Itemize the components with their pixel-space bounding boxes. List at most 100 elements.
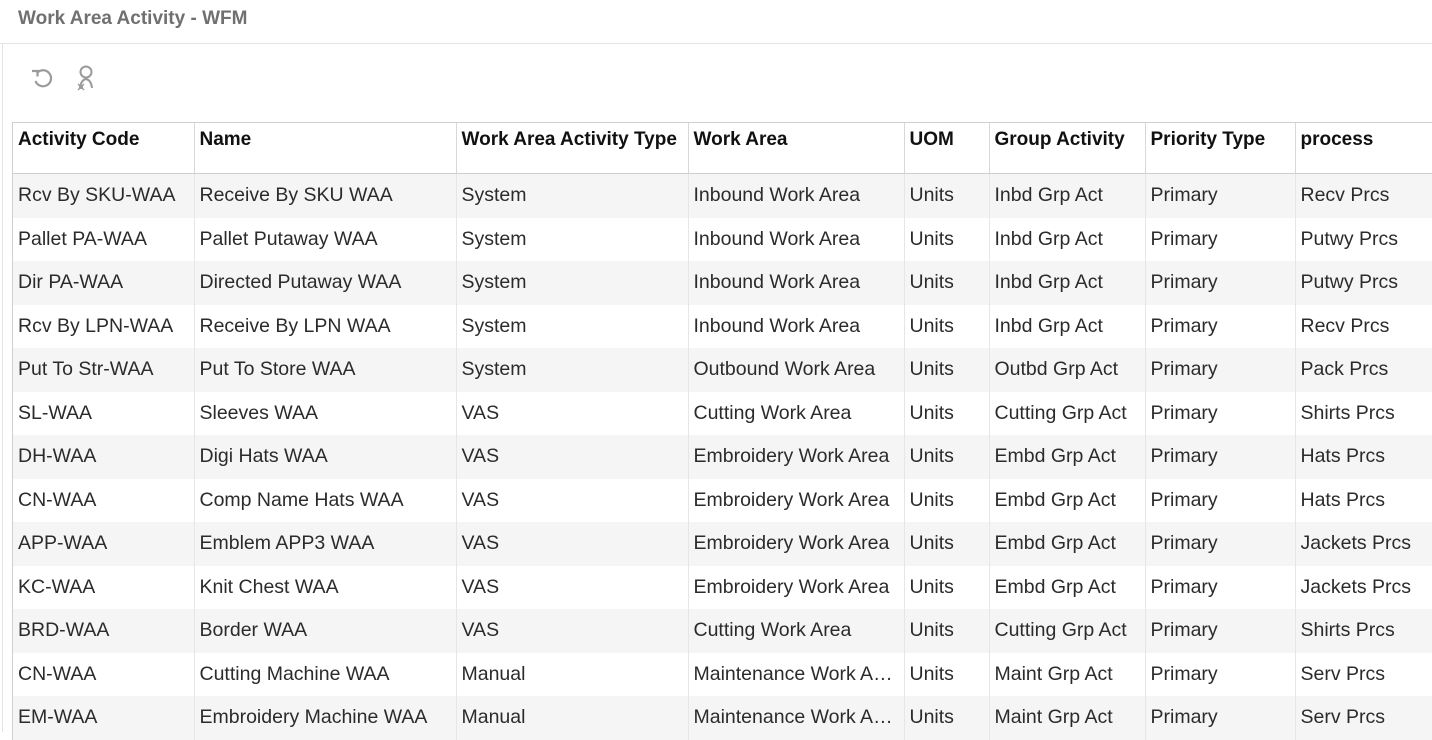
cell-activity-code: EM-WAA [13, 696, 195, 740]
cell-priority-type: Primary [1145, 652, 1296, 696]
cell-priority-type: Primary [1145, 522, 1296, 566]
cell-priority-type: Primary [1145, 696, 1296, 740]
cell-work-area: Inbound Work Area [688, 173, 905, 218]
table-row[interactable]: Pallet PA-WAA Pallet Putaway WAA System Inb… [13, 217, 1432, 261]
cell-name: Receive By LPN WAA [194, 304, 457, 348]
cell-activity-code: Dir PA-WAA [13, 261, 195, 305]
cell-activity-code: APP-WAA [13, 522, 195, 566]
column-header-priority-type[interactable]: Priority Type [1145, 123, 1296, 174]
cell-name: Put To Store WAA [194, 348, 457, 392]
cell-name: Receive By SKU WAA [194, 173, 457, 218]
cell-uom: Units [904, 261, 990, 305]
table-row[interactable]: Rcv By LPN-WAA Receive By LPN WAA System In… [13, 304, 1432, 348]
cell-process: Hats Prcs [1295, 435, 1432, 479]
cell-name: Cutting Machine WAA [194, 652, 457, 696]
cell-uom: Units [904, 609, 990, 653]
data-grid: Activity Code Name Work Area Activity Ty… [12, 122, 1432, 740]
table-row[interactable]: BRD-WAA Border WAA VAS Cutting Work Area Uni… [13, 609, 1432, 653]
title-bar: Work Area Activity - WFM [0, 0, 1432, 44]
cell-work-area-activity-type: Manual [456, 652, 689, 696]
user-search-icon [72, 64, 100, 97]
column-header-work-area[interactable]: Work Area [688, 123, 905, 174]
table-row[interactable]: EM-WAA Embroidery Machine WAA Manual Mainte… [13, 696, 1432, 740]
cell-priority-type: Primary [1145, 348, 1296, 392]
cell-uom: Units [904, 435, 990, 479]
cell-priority-type: Primary [1145, 565, 1296, 609]
cell-work-area: Inbound Work Area [688, 304, 905, 348]
cell-activity-code: Rcv By LPN-WAA [13, 304, 195, 348]
cell-process: Putwy Prcs [1295, 217, 1432, 261]
cell-work-area: Cutting Work Area [688, 391, 905, 435]
table-row[interactable]: KC-WAA Knit Chest WAA VAS Embroidery Work A… [13, 565, 1432, 609]
table-row[interactable]: CN-WAA Cutting Machine WAA Manual Maintenan… [13, 652, 1432, 696]
cell-uom: Units [904, 217, 990, 261]
column-header-group-activity[interactable]: Group Activity [989, 123, 1146, 174]
column-header-name[interactable]: Name [194, 123, 457, 174]
cell-work-area-activity-type: VAS [456, 565, 689, 609]
table-row[interactable]: CN-WAA Comp Name Hats WAA VAS Embroidery Wo… [13, 478, 1432, 522]
cell-priority-type: Primary [1145, 391, 1296, 435]
cell-process: Putwy Prcs [1295, 261, 1432, 305]
cell-work-area-activity-type: Manual [456, 696, 689, 740]
cell-work-area: Cutting Work Area [688, 609, 905, 653]
cell-work-area-activity-type: System [456, 173, 689, 218]
cell-process: Jackets Prcs [1295, 565, 1432, 609]
user-search-button[interactable] [69, 64, 103, 96]
cell-group-activity: Inbd Grp Act [989, 173, 1146, 218]
cell-uom: Units [904, 304, 990, 348]
column-header-uom[interactable]: UOM [904, 123, 990, 174]
cell-process: Serv Prcs [1295, 696, 1432, 740]
table-row[interactable]: Put To Str-WAA Put To Store WAA System Outb… [13, 348, 1432, 392]
cell-work-area-activity-type: System [456, 261, 689, 305]
cell-group-activity: Embd Grp Act [989, 565, 1146, 609]
column-header-work-area-activity-type[interactable]: Work Area Activity Type [456, 123, 689, 174]
table-row[interactable]: Dir PA-WAA Directed Putaway WAA System Inbo… [13, 261, 1432, 305]
cell-group-activity: Cutting Grp Act [989, 391, 1146, 435]
column-header-activity-code[interactable]: Activity Code [13, 123, 195, 174]
page-title: Work Area Activity - WFM [18, 8, 248, 29]
content-panel: Activity Code Name Work Area Activity Ty… [2, 44, 1432, 740]
cell-work-area: Maintenance Work Area [688, 696, 905, 740]
cell-name: Emblem APP3 WAA [194, 522, 457, 566]
cell-activity-code: KC-WAA [13, 565, 195, 609]
table-row[interactable]: Rcv By SKU-WAA Receive By SKU WAA System In… [13, 173, 1432, 218]
cell-work-area-activity-type: System [456, 348, 689, 392]
table-row[interactable]: DH-WAA Digi Hats WAA VAS Embroidery Work Ar… [13, 435, 1432, 479]
refresh-icon [29, 65, 55, 96]
cell-activity-code: DH-WAA [13, 435, 195, 479]
cell-name: Digi Hats WAA [194, 435, 457, 479]
cell-work-area-activity-type: VAS [456, 522, 689, 566]
cell-work-area-activity-type: VAS [456, 435, 689, 479]
cell-process: Recv Prcs [1295, 304, 1432, 348]
cell-uom: Units [904, 565, 990, 609]
refresh-button[interactable] [25, 64, 59, 96]
cell-work-area: Inbound Work Area [688, 261, 905, 305]
cell-work-area-activity-type: VAS [456, 609, 689, 653]
cell-name: Border WAA [194, 609, 457, 653]
activity-table: Activity Code Name Work Area Activity Ty… [13, 123, 1432, 740]
cell-work-area: Embroidery Work Area [688, 565, 905, 609]
cell-name: Pallet Putaway WAA [194, 217, 457, 261]
cell-group-activity: Outbd Grp Act [989, 348, 1146, 392]
cell-process: Shirts Prcs [1295, 609, 1432, 653]
cell-process: Shirts Prcs [1295, 391, 1432, 435]
cell-work-area: Embroidery Work Area [688, 478, 905, 522]
cell-uom: Units [904, 522, 990, 566]
column-header-process[interactable]: process [1295, 123, 1432, 174]
header-row: Activity Code Name Work Area Activity Ty… [13, 123, 1432, 174]
cell-activity-code: Pallet PA-WAA [13, 217, 195, 261]
cell-priority-type: Primary [1145, 217, 1296, 261]
cell-work-area-activity-type: System [456, 304, 689, 348]
cell-work-area: Embroidery Work Area [688, 522, 905, 566]
cell-activity-code: Put To Str-WAA [13, 348, 195, 392]
cell-process: Serv Prcs [1295, 652, 1432, 696]
cell-activity-code: BRD-WAA [13, 609, 195, 653]
table-row[interactable]: SL-WAA Sleeves WAA VAS Cutting Work Area Uni… [13, 391, 1432, 435]
cell-group-activity: Inbd Grp Act [989, 217, 1146, 261]
cell-activity-code: CN-WAA [13, 478, 195, 522]
cell-priority-type: Primary [1145, 478, 1296, 522]
cell-priority-type: Primary [1145, 435, 1296, 479]
cell-group-activity: Cutting Grp Act [989, 609, 1146, 653]
toolbar [25, 64, 113, 96]
table-row[interactable]: APP-WAA Emblem APP3 WAA VAS Embroidery Work… [13, 522, 1432, 566]
